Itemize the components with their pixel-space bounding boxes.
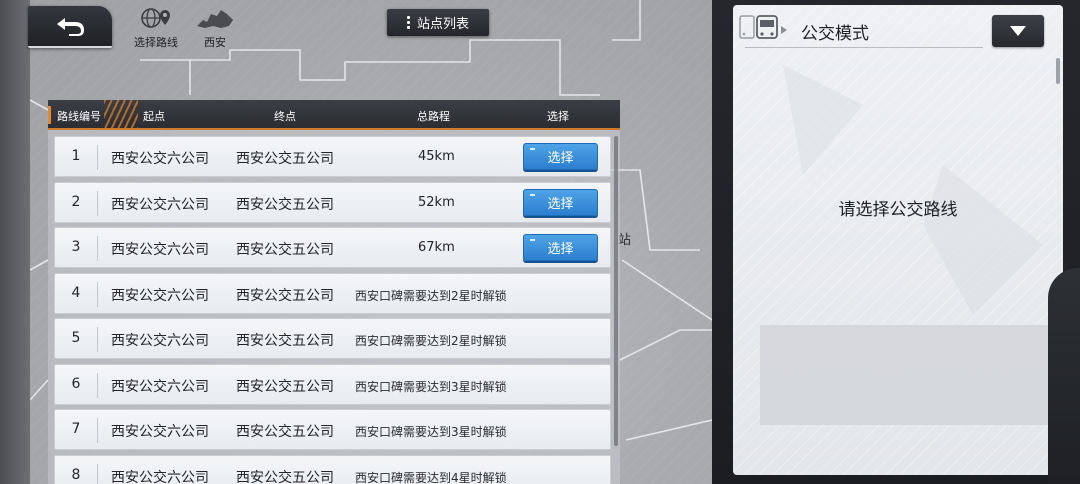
route-start: 西安公交六公司 [111, 424, 209, 440]
header-select: 选择 [547, 110, 569, 123]
station-list-label: 站点列表 [416, 17, 469, 32]
mode-header: 公交模式 [733, 5, 1063, 53]
table-header: 路线编号 起点 终点 总路程 选择 [48, 100, 620, 130]
route-end: 西安公交五公司 [236, 333, 334, 349]
star-watermark-icon [783, 65, 1043, 315]
back-button[interactable] [28, 6, 112, 48]
row-separator [97, 463, 98, 484]
route-distance: 67km [418, 240, 455, 255]
corner-decoration [1048, 268, 1080, 484]
row-separator [97, 327, 98, 352]
bus-mode-panel: 公交模式 请选择公交路线 [733, 5, 1063, 475]
back-arrow-icon [57, 18, 84, 36]
row-separator [97, 281, 98, 307]
city-map-icon [197, 10, 233, 28]
map-left-edge [0, 0, 30, 484]
route-number: 1 [71, 148, 81, 164]
row-separator [97, 145, 98, 170]
mode-arrow-icon [781, 26, 787, 34]
route-start: 西安公交六公司 [111, 151, 209, 167]
unlock-requirement: 西安口碑需要达到2星时解锁 [355, 334, 507, 348]
unlock-requirement: 西安口碑需要达到4星时解锁 [355, 470, 507, 484]
route-info-box [760, 325, 1050, 425]
route-number: 7 [71, 421, 81, 437]
route-start: 西安公交六公司 [111, 242, 209, 258]
route-number: 5 [71, 330, 81, 346]
route-rows[interactable]: 1 西安公交六公司 西安公交五公司 45km 选择 2 西安公交六公司 西安公交五公司 52km… [54, 136, 611, 484]
route-start: 西安公交六公司 [111, 333, 209, 349]
unlock-requirement: 西安口碑需要达到2星时解锁 [355, 288, 507, 303]
mode-title: 公交模式 [801, 24, 869, 44]
row-separator [97, 418, 98, 443]
table-row: 7 西安公交六公司 西安公交五公司 西安口碑需要达到3星时解锁 [54, 409, 611, 450]
table-row[interactable]: 2 西安公交六公司 西安公交五公司 52km 选择 [54, 181, 611, 223]
route-start: 西安公交六公司 [111, 287, 209, 304]
route-end: 西安公交五公司 [236, 424, 334, 440]
route-number: 8 [71, 466, 81, 483]
route-end: 西安公交五公司 [236, 378, 334, 395]
bus-icon [739, 15, 778, 39]
row-separator [97, 190, 98, 216]
station-list-button[interactable]: 站点列表 [387, 9, 489, 36]
mode-underline [745, 47, 983, 48]
right-panel-scrollbar[interactable] [1056, 58, 1060, 84]
header-end: 终点 [274, 110, 296, 123]
select-route-button[interactable]: 选择路线 [134, 6, 178, 50]
table-row: 5 西安公交六公司 西安公交五公司 西安口碑需要达到2星时解锁 [54, 318, 611, 359]
table-scrollbar[interactable] [614, 136, 618, 446]
row-separator [97, 372, 98, 398]
route-start: 西安公交六公司 [111, 196, 209, 213]
route-number: 3 [71, 239, 81, 255]
table-row: 6 西安公交六公司 西安公交五公司 西安口碑需要达到3星时解锁 [54, 363, 611, 405]
table-row: 4 西安公交六公司 西安公交五公司 西安口碑需要达到2星时解锁 [54, 272, 611, 314]
route-number: 2 [71, 193, 81, 210]
route-distance: 52km [418, 194, 455, 210]
row-separator [97, 236, 98, 261]
route-end: 西安公交五公司 [236, 151, 334, 167]
header-distance: 总路程 [417, 110, 450, 123]
route-number: 6 [71, 375, 81, 392]
globe-pin-icon [141, 8, 170, 28]
select-route-prompt: 请选择公交路线 [838, 200, 958, 220]
unlock-requirement: 西安口碑需要达到3星时解锁 [355, 425, 507, 439]
route-distance: 45km [418, 149, 455, 164]
header-stripes [104, 100, 138, 130]
unlock-requirement: 西安口碑需要达到3星时解锁 [355, 379, 507, 394]
select-route-label: 选择路线 [134, 36, 178, 49]
header-route-no: 路线编号 [57, 110, 101, 123]
select-route-row-button[interactable]: 选择 [523, 188, 598, 216]
select-route-row-button[interactable]: 选择 [523, 143, 598, 170]
triangle-down-icon [1010, 26, 1026, 36]
route-end: 西安公交五公司 [236, 196, 334, 213]
city-label: 西安 [204, 36, 226, 49]
mode-dropdown-button[interactable] [992, 15, 1044, 47]
table-row[interactable]: 1 西安公交六公司 西安公交五公司 45km 选择 [54, 136, 611, 177]
header-accent [48, 106, 51, 124]
route-number: 4 [71, 284, 81, 301]
header-start: 起点 [143, 110, 165, 123]
table-row[interactable]: 3 西安公交六公司 西安公交五公司 67km 选择 [54, 227, 611, 268]
city-button[interactable]: 西安 [195, 6, 235, 50]
table-row: 8 西安公交六公司 西安公交五公司 西安口碑需要达到4星时解锁 [54, 454, 611, 484]
route-end: 西安公交五公司 [236, 287, 334, 304]
route-start: 西安公交六公司 [111, 469, 209, 484]
route-end: 西安公交五公司 [236, 469, 334, 484]
select-route-row-button[interactable]: 选择 [523, 234, 598, 261]
route-table: 路线编号 起点 终点 总路程 选择 1 西安公交六公司 西安公交五公司 45km 选择 2… [48, 100, 620, 484]
route-end: 西安公交五公司 [236, 242, 334, 258]
list-dots-icon [406, 16, 410, 29]
route-start: 西安公交六公司 [111, 378, 209, 395]
